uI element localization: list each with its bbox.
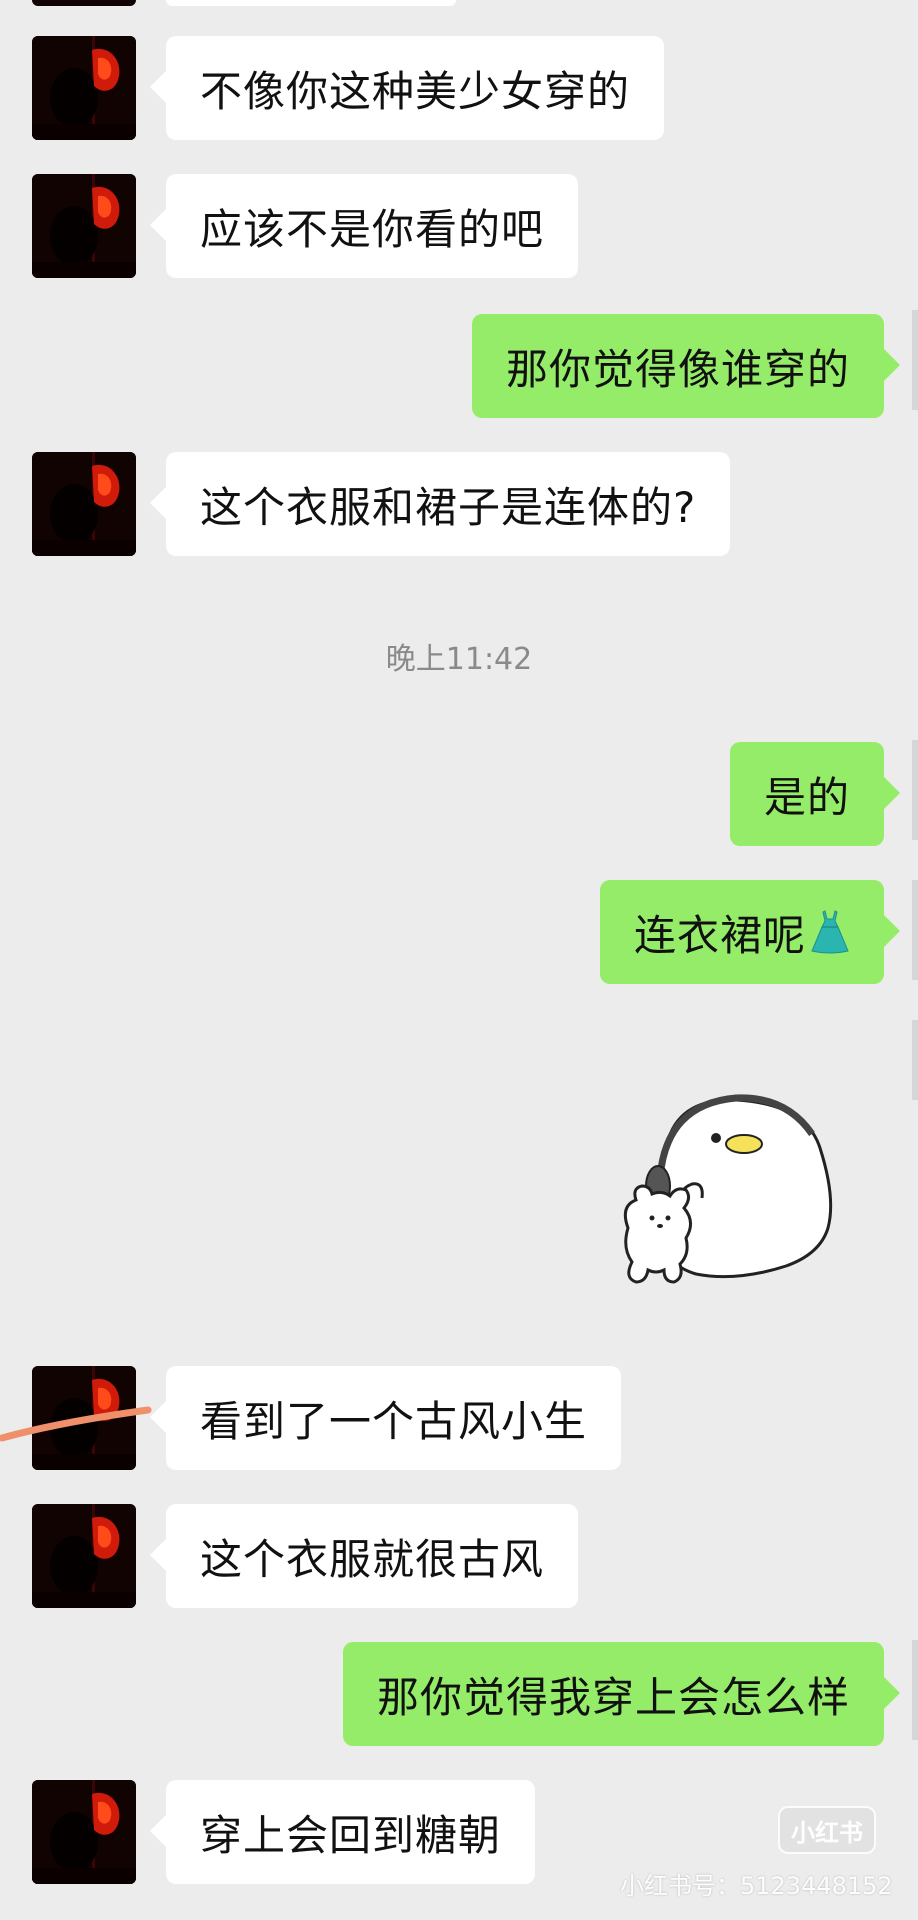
incoming-message-bubble[interactable]: 这个衣服就很古风	[149, 1504, 579, 1608]
incoming-message-bubble[interactable]: 看到了一个古风小生	[149, 1366, 622, 1470]
outgoing-message-bubble[interactable]: 连衣裙呢	[599, 880, 901, 984]
contact-avatar[interactable]	[32, 36, 136, 140]
watermark-id-text: 小红书号：5123448152	[620, 1872, 893, 1900]
incoming-message-bubble[interactable]: 不像你这种美少女穿的	[149, 36, 665, 140]
avatar-image	[32, 36, 136, 140]
incoming-message-bubble[interactable]: 应该不是你看的吧	[149, 174, 579, 278]
message-text: 穿上会回到糖朝	[200, 1810, 502, 1860]
incoming-message-bubble[interactable]: 这个衣服和裙子是连体的?	[149, 452, 731, 556]
incoming-message-bubble[interactable]: 穿上会回到糖朝	[149, 1780, 536, 1884]
previous-avatar-edge	[32, 0, 136, 6]
outgoing-message-bubble[interactable]: 那你觉得像谁穿的	[471, 314, 901, 418]
avatar-image	[32, 452, 136, 556]
message-text: 那你觉得像谁穿的	[505, 344, 850, 394]
right-edge-strip	[912, 310, 918, 410]
message-text: 是的	[763, 772, 850, 822]
right-edge-strip	[912, 880, 918, 980]
message-text: 看到了一个古风小生	[200, 1396, 588, 1446]
message-text: 连衣裙呢	[633, 910, 806, 960]
chat-timestamp: 晚上11:42	[385, 642, 533, 677]
contact-avatar[interactable]	[32, 1504, 136, 1608]
outgoing-message-bubble[interactable]: 是的	[729, 742, 901, 846]
message-text: 应该不是你看的吧	[200, 204, 545, 254]
avatar-image	[32, 1504, 136, 1608]
xiaohongshu-logo: 小红书	[778, 1806, 876, 1854]
message-text: 不像你这种美少女穿的	[200, 66, 631, 116]
previous-bubble-edge	[166, 0, 456, 6]
avatar-image	[32, 174, 136, 278]
message-text: 那你觉得我穿上会怎么样	[376, 1672, 850, 1722]
contact-avatar[interactable]	[32, 452, 136, 556]
contact-avatar[interactable]	[32, 174, 136, 278]
annotation-stroke	[0, 1406, 152, 1442]
duck-with-headphones-and-bear-sticker[interactable]	[606, 1078, 846, 1318]
dress-icon	[811, 910, 849, 954]
message-text: 这个衣服就很古风	[200, 1534, 545, 1584]
right-edge-strip	[912, 1640, 918, 1740]
outgoing-message-bubble[interactable]: 那你觉得我穿上会怎么样	[342, 1642, 901, 1746]
right-edge-strip	[912, 1020, 918, 1100]
message-text: 这个衣服和裙子是连体的?	[200, 482, 697, 532]
avatar-image	[32, 1780, 136, 1884]
right-edge-strip	[912, 740, 918, 840]
contact-avatar[interactable]	[32, 1780, 136, 1884]
